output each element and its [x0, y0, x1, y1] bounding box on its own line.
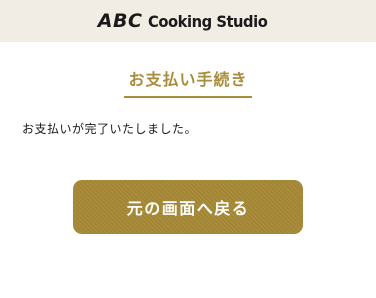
- logo-brand-mark: ABC: [97, 10, 143, 32]
- completion-message: お支払いが完了いたしました。: [22, 122, 198, 136]
- site-header: ABC Cooking Studio: [0, 0, 376, 42]
- brand-logo[interactable]: ABC Cooking Studio: [98, 10, 278, 32]
- page-title: お支払い手続き: [124, 66, 252, 98]
- logo-brand-text: Cooking Studio: [148, 12, 268, 31]
- back-button-label: 元の画面へ戻る: [126, 199, 250, 218]
- title-wrapper: お支払い手続き: [0, 66, 376, 98]
- back-to-previous-button[interactable]: 元の画面へ戻る: [73, 180, 303, 234]
